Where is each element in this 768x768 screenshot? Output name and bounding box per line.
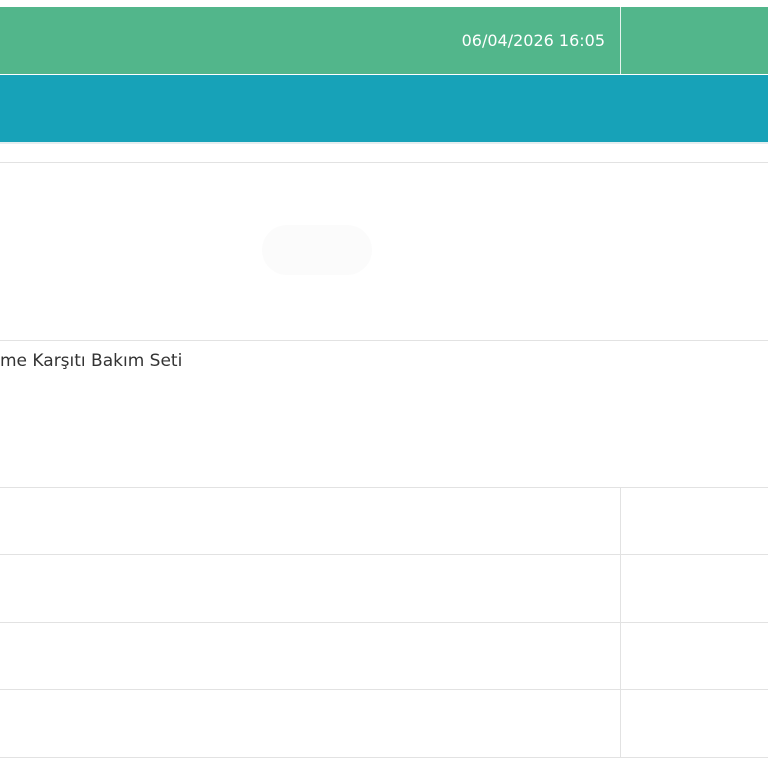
table-cell-right (620, 488, 768, 555)
page: 06/04/2026 16:05 me Karşıtı Bakım Seti (0, 0, 768, 768)
table-cell-left (0, 690, 620, 757)
table-cell-left (0, 488, 620, 555)
product-image-area (0, 163, 768, 340)
divider-image-bottom (0, 340, 768, 341)
table-cell-right (620, 555, 768, 622)
top-bar-right-cell[interactable] (621, 7, 768, 74)
product-title: me Karşıtı Bakım Seti (0, 351, 183, 371)
table-row (0, 622, 768, 690)
table-row (0, 689, 768, 757)
table-row (0, 487, 768, 555)
secondary-header-band (0, 75, 768, 142)
table-row (0, 554, 768, 622)
table-bottom-border (0, 757, 768, 758)
table-cell-right (620, 623, 768, 690)
table-cell-right (620, 690, 768, 757)
band-shadow (0, 142, 768, 144)
datetime-label: 06/04/2026 16:05 (461, 31, 605, 50)
table-cell-left (0, 623, 620, 690)
image-placeholder (262, 225, 372, 275)
top-bar: 06/04/2026 16:05 (0, 7, 768, 74)
table-cell-left (0, 555, 620, 622)
details-table (0, 487, 768, 758)
